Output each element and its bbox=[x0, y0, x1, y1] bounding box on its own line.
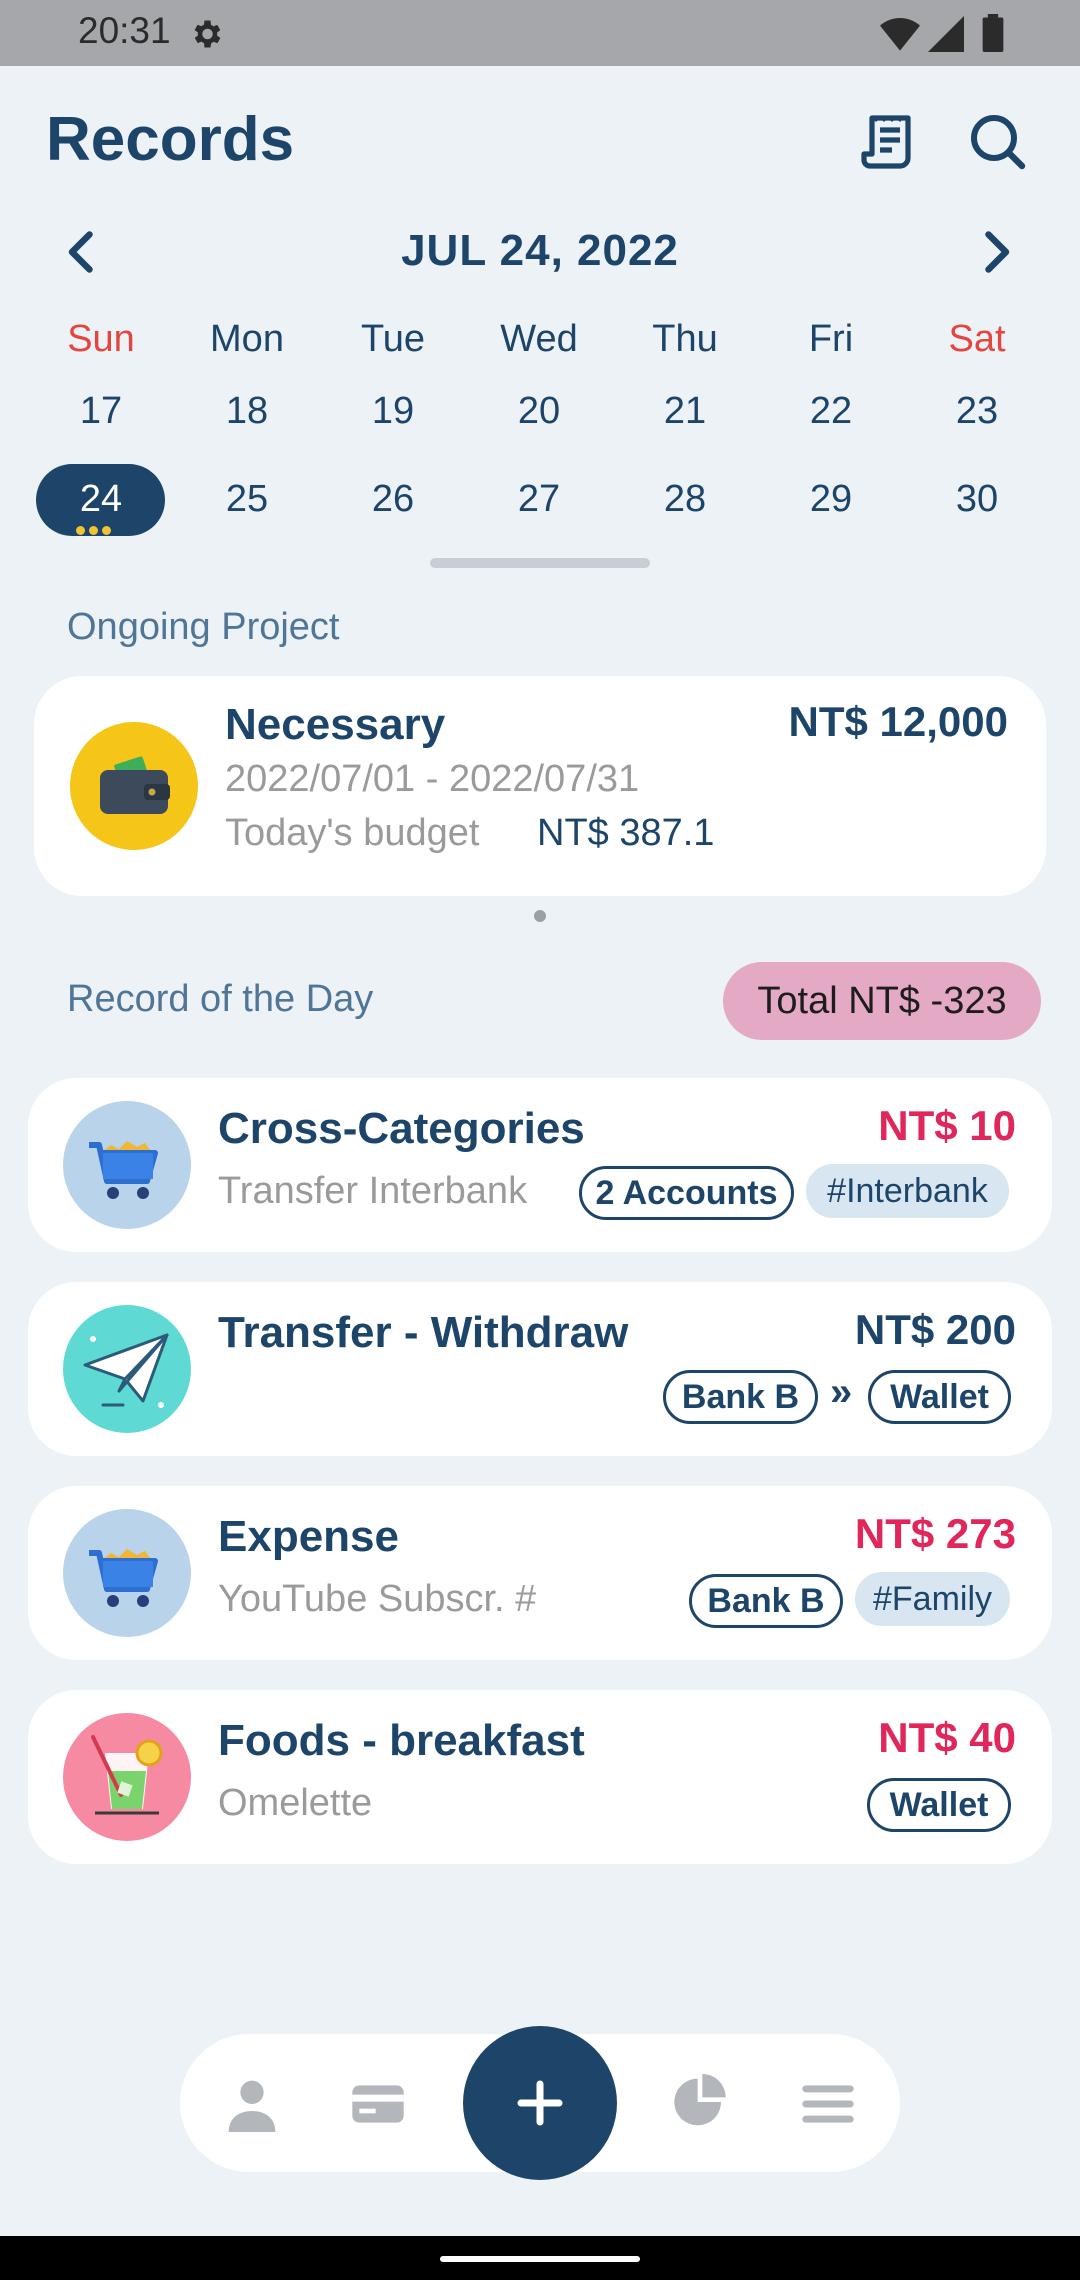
ongoing-project-label: Ongoing Project bbox=[67, 606, 340, 648]
project-amount: NT$ 12,000 bbox=[788, 698, 1008, 745]
battery-icon bbox=[982, 14, 1004, 52]
account-tag[interactable]: Bank B bbox=[689, 1574, 843, 1628]
drink-icon bbox=[63, 1713, 191, 1841]
record-amount: NT$ 40 bbox=[878, 1714, 1016, 1761]
total-badge: Total NT$ -323 bbox=[723, 962, 1041, 1040]
calendar-day[interactable]: 26 bbox=[320, 478, 466, 521]
record-title: Transfer - Withdraw bbox=[218, 1308, 629, 1357]
weekday-tue: Tue bbox=[360, 318, 426, 360]
calendar-drag-handle[interactable] bbox=[430, 558, 650, 568]
calendar-day[interactable]: 27 bbox=[466, 478, 612, 521]
hashtag-tag[interactable]: #Interbank bbox=[806, 1164, 1009, 1218]
calendar-day[interactable]: 19 bbox=[320, 390, 466, 433]
weekday-mon: Mon bbox=[210, 318, 284, 360]
home-indicator[interactable] bbox=[440, 2256, 640, 2262]
record-amount: NT$ 273 bbox=[854, 1510, 1016, 1557]
wifi-icon bbox=[880, 18, 920, 51]
person-icon[interactable] bbox=[224, 2076, 280, 2132]
pie-chart-icon[interactable] bbox=[672, 2074, 728, 2130]
weekday-sat: Sat bbox=[948, 318, 1006, 360]
record-title: Expense bbox=[218, 1512, 399, 1561]
from-account-tag[interactable]: Bank B bbox=[663, 1370, 818, 1424]
calendar-day[interactable]: 21 bbox=[612, 390, 758, 433]
calendar-day[interactable]: 22 bbox=[758, 390, 904, 433]
record-title: Foods - breakfast bbox=[218, 1716, 585, 1765]
paper-plane-icon bbox=[63, 1305, 191, 1433]
cart-icon bbox=[63, 1101, 191, 1229]
receipt-icon[interactable] bbox=[858, 110, 922, 174]
record-note: Transfer Interbank bbox=[218, 1170, 528, 1212]
project-pager-dot bbox=[534, 910, 546, 922]
calendar-day-selected[interactable]: 24 bbox=[28, 478, 174, 521]
record-amount: NT$ 10 bbox=[878, 1102, 1016, 1149]
calendar-day[interactable]: 18 bbox=[174, 390, 320, 433]
signal-icon bbox=[928, 16, 964, 52]
record-of-day-label: Record of the Day bbox=[67, 978, 374, 1020]
calendar-day[interactable]: 30 bbox=[904, 478, 1050, 521]
status-time: 20:31 bbox=[78, 10, 171, 51]
record-title: Cross-Categories bbox=[218, 1104, 585, 1153]
account-tag[interactable]: 2 Accounts bbox=[579, 1166, 794, 1220]
calendar-day[interactable]: 20 bbox=[466, 390, 612, 433]
next-week-chevron-icon[interactable] bbox=[966, 222, 1026, 282]
list-icon[interactable] bbox=[800, 2076, 856, 2132]
calendar-day[interactable]: 28 bbox=[612, 478, 758, 521]
to-account-tag[interactable]: Wallet bbox=[868, 1370, 1011, 1424]
card-icon[interactable] bbox=[350, 2076, 406, 2132]
project-name: Necessary bbox=[225, 700, 446, 749]
project-dates: 2022/07/01 - 2022/07/31 bbox=[225, 758, 640, 800]
add-record-button[interactable] bbox=[463, 2026, 617, 2180]
record-indicator-dots bbox=[76, 522, 126, 535]
record-note: Omelette bbox=[218, 1782, 373, 1824]
today-budget-value: NT$ 387.1 bbox=[537, 812, 715, 854]
weekday-sun: Sun bbox=[67, 318, 135, 360]
cart-icon bbox=[63, 1509, 191, 1637]
hashtag-tag[interactable]: #Family bbox=[855, 1572, 1010, 1626]
calendar-day[interactable]: 29 bbox=[758, 478, 904, 521]
month-label[interactable]: JUL 24, 2022 bbox=[0, 226, 1080, 276]
record-amount: NT$ 200 bbox=[854, 1306, 1016, 1353]
account-tag[interactable]: Wallet bbox=[867, 1778, 1011, 1832]
record-note: YouTube Subscr. # bbox=[218, 1578, 537, 1620]
weekday-fri: Fri bbox=[808, 318, 854, 360]
today-budget-label: Today's budget bbox=[225, 812, 480, 854]
calendar-day[interactable]: 25 bbox=[174, 478, 320, 521]
transfer-arrow: » bbox=[830, 1370, 853, 1414]
gear-icon bbox=[194, 20, 221, 48]
calendar-day[interactable]: 23 bbox=[904, 390, 1050, 433]
wallet-icon bbox=[70, 722, 198, 850]
calendar-day[interactable]: 17 bbox=[28, 390, 174, 433]
weekday-thu: Thu bbox=[652, 318, 718, 360]
page-title: Records bbox=[46, 105, 295, 174]
search-icon[interactable] bbox=[966, 110, 1030, 174]
weekday-wed: Wed bbox=[500, 318, 578, 360]
